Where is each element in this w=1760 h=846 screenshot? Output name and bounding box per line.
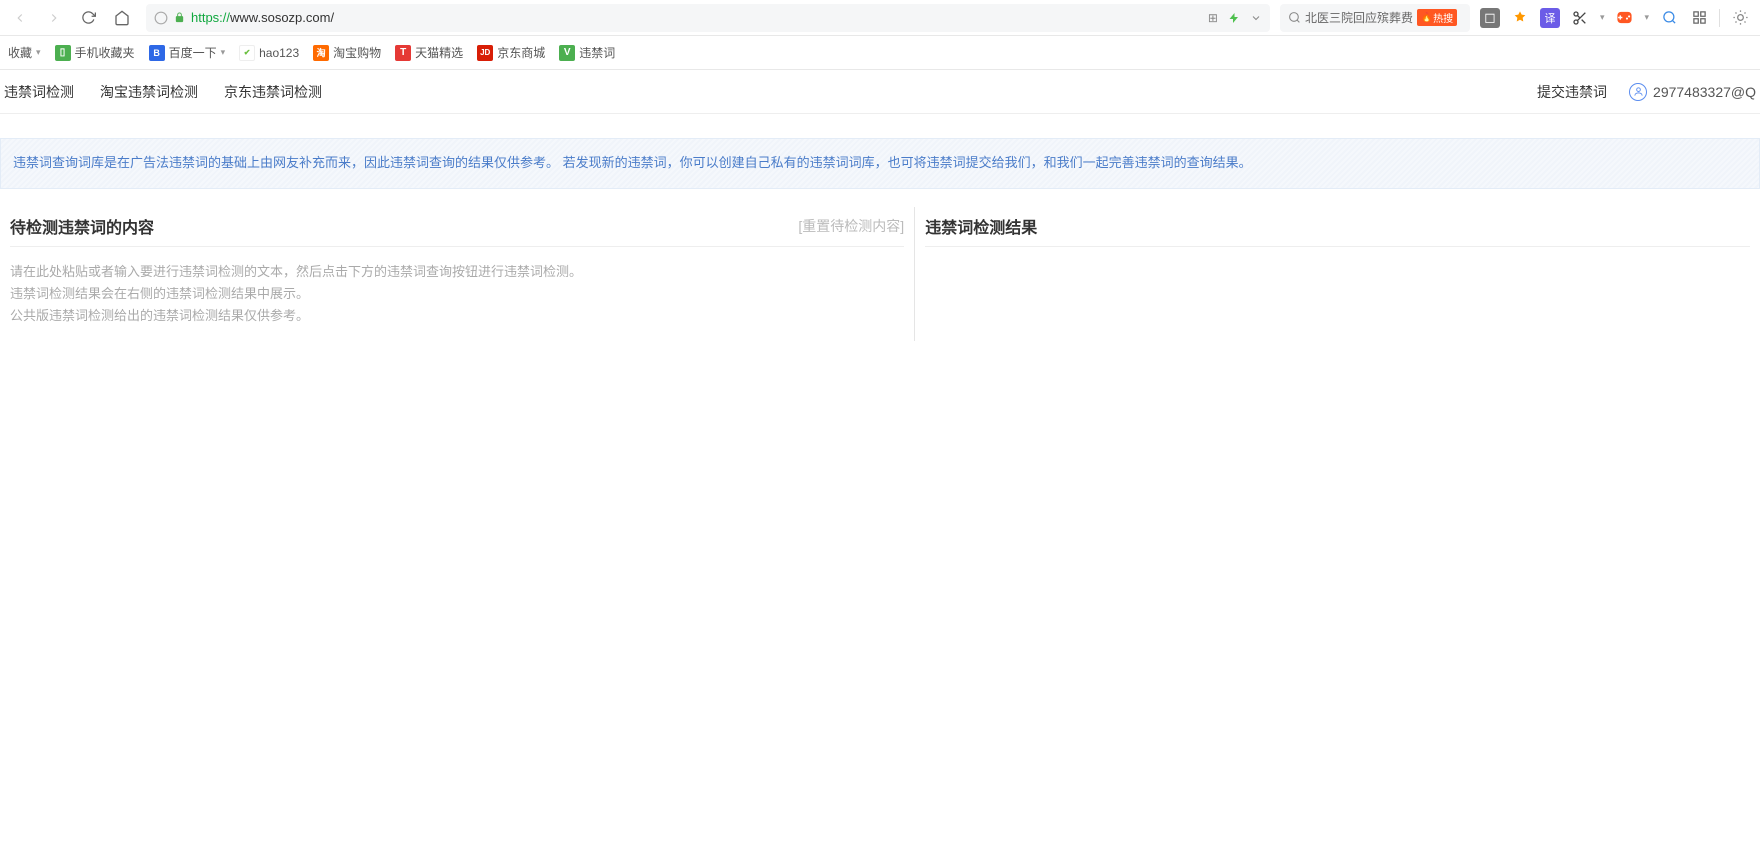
chevron-down-icon[interactable]: [1250, 12, 1262, 24]
address-bar[interactable]: https://www.sosozp.com/ ⊞: [146, 4, 1270, 32]
bookmark-label: 违禁词: [579, 44, 615, 61]
reset-input-link[interactable]: [重置待检测内容]: [798, 216, 904, 236]
favorites-label: 收藏: [8, 44, 32, 61]
user-info[interactable]: 2977483327@Q: [1629, 83, 1756, 101]
input-panel: 待检测违禁词的内容 [重置待检测内容] 请在此处粘贴或者输入要进行违禁词检测的文…: [0, 207, 915, 341]
result-panel: 违禁词检测结果: [915, 207, 1760, 341]
zoom-icon[interactable]: [1659, 8, 1679, 28]
baidu-icon: B: [149, 45, 165, 61]
site-settings-icon[interactable]: [154, 11, 168, 25]
mobile-icon: ▯: [55, 45, 71, 61]
nav-right: 提交违禁词 2977483327@Q: [1537, 82, 1756, 102]
bookmark-label: 京东商城: [497, 44, 545, 61]
search-icon: [1288, 11, 1301, 24]
bookmark-label: 百度一下: [169, 44, 217, 61]
toolbar-separator: [1719, 9, 1720, 27]
tab-detection[interactable]: 违禁词检测: [4, 82, 74, 102]
favorites-menu[interactable]: 收藏 ▾: [8, 44, 41, 61]
input-panel-header: 待检测违禁词的内容 [重置待检测内容]: [10, 207, 904, 247]
user-email: 2977483327@Q: [1653, 84, 1756, 100]
bookmarks-bar: 收藏 ▾ ▯ 手机收藏夹 B 百度一下 ▾ ✔ hao123 淘 淘宝购物 T …: [0, 36, 1760, 70]
submit-link[interactable]: 提交违禁词: [1537, 82, 1607, 102]
lock-icon: [174, 12, 185, 23]
result-panel-title: 违禁词检测结果: [925, 214, 1037, 238]
bookmark-taobao[interactable]: 淘 淘宝购物: [313, 44, 381, 61]
tmall-icon: T: [395, 45, 411, 61]
chevron-down-icon: ▾: [36, 47, 41, 58]
bookmark-sosozp[interactable]: V 违禁词: [559, 44, 615, 61]
tab-jd-detection[interactable]: 京东违禁词检测: [224, 82, 322, 102]
home-button[interactable]: [108, 4, 136, 32]
extension-icon-2[interactable]: [1510, 8, 1530, 28]
bookmark-label: 手机收藏夹: [75, 44, 135, 61]
hot-badge: 热搜: [1417, 9, 1457, 26]
nav-tabs: 违禁词检测 淘宝违禁词检测 京东违禁词检测: [4, 82, 322, 102]
notice-banner: 违禁词查询词库是在广告法违禁词的基础上由网友补充而来，因此违禁词查询的结果仅供参…: [0, 138, 1760, 189]
bookmark-baidu[interactable]: B 百度一下 ▾: [149, 44, 226, 61]
bookmark-label: 淘宝购物: [333, 44, 381, 61]
bookmark-tmall[interactable]: T 天猫精选: [395, 44, 463, 61]
toolbar-extensions: ◻ 译 ▾ ▾: [1476, 8, 1754, 28]
gamepad-icon[interactable]: [1614, 8, 1634, 28]
settings-icon[interactable]: [1730, 8, 1750, 28]
back-button[interactable]: [6, 4, 34, 32]
scissors-icon[interactable]: [1570, 8, 1590, 28]
input-panel-title: 待检测违禁词的内容: [10, 214, 154, 238]
hao123-icon: ✔: [239, 45, 255, 61]
bookmark-label: hao123: [259, 46, 299, 60]
bookmark-mobile[interactable]: ▯ 手机收藏夹: [55, 44, 135, 61]
qr-icon[interactable]: ⊞: [1208, 11, 1218, 25]
input-placeholder: 请在此处粘贴或者输入要进行违禁词检测的文本，然后点击下方的违禁词查询按钮进行违禁…: [10, 261, 904, 327]
bookmark-jd[interactable]: JD 京东商城: [477, 44, 545, 61]
translate-icon[interactable]: 译: [1540, 8, 1560, 28]
forward-button[interactable]: [40, 4, 68, 32]
url-text: https://www.sosozp.com/: [191, 10, 1202, 25]
bolt-icon[interactable]: [1228, 12, 1240, 24]
extension-icon-1[interactable]: ◻: [1480, 8, 1500, 28]
page-nav: 违禁词检测 淘宝违禁词检测 京东违禁词检测 提交违禁词 2977483327@Q: [0, 70, 1760, 114]
reload-button[interactable]: [74, 4, 102, 32]
bookmark-label: 天猫精选: [415, 44, 463, 61]
avatar-icon: [1629, 83, 1647, 101]
search-suggest-text: 北医三院回应殡葬费: [1305, 9, 1413, 26]
tab-taobao-detection[interactable]: 淘宝违禁词检测: [100, 82, 198, 102]
bookmark-hao123[interactable]: ✔ hao123: [239, 45, 299, 61]
taobao-icon: 淘: [313, 45, 329, 61]
site-icon: V: [559, 45, 575, 61]
search-suggest-box[interactable]: 北医三院回应殡葬费 热搜: [1280, 4, 1470, 32]
result-panel-header: 违禁词检测结果: [925, 207, 1750, 247]
jd-icon: JD: [477, 45, 493, 61]
notice-text: 违禁词查询词库是在广告法违禁词的基础上由网友补充而来，因此违禁词查询的结果仅供参…: [13, 155, 1252, 170]
chevron-down-icon: ▾: [221, 47, 226, 58]
browser-toolbar: https://www.sosozp.com/ ⊞ 北医三院回应殡葬费 热搜 ◻…: [0, 0, 1760, 36]
scissors-dropdown-icon[interactable]: ▾: [1600, 12, 1605, 23]
grid-icon[interactable]: [1689, 8, 1709, 28]
main-split: 待检测违禁词的内容 [重置待检测内容] 请在此处粘贴或者输入要进行违禁词检测的文…: [0, 207, 1760, 341]
detection-input-area[interactable]: 请在此处粘贴或者输入要进行违禁词检测的文本，然后点击下方的违禁词查询按钮进行违禁…: [10, 247, 904, 341]
gamepad-dropdown-icon[interactable]: ▾: [1644, 12, 1649, 23]
